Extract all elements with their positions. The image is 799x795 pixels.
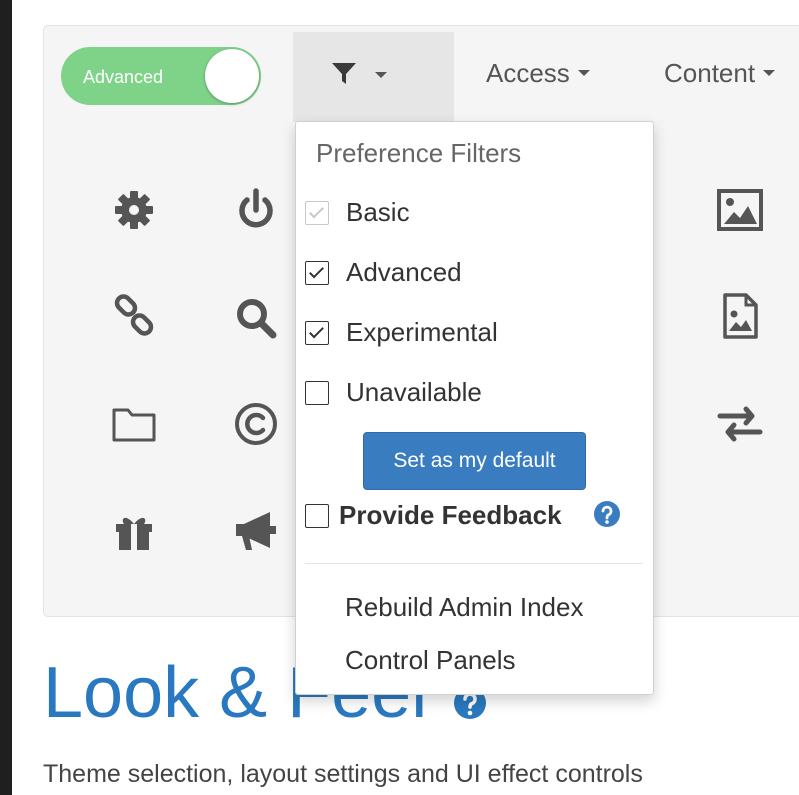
access-menu[interactable]: Access <box>486 58 590 89</box>
chevron-down-icon <box>577 70 590 77</box>
left-edge <box>0 0 12 795</box>
exchange-icon[interactable] <box>716 400 764 448</box>
feedback-label: Provide Feedback <box>339 500 562 530</box>
gift-icon[interactable] <box>110 506 158 554</box>
gear-icon[interactable] <box>110 186 158 234</box>
basic-checkbox <box>305 201 329 225</box>
rebuild-admin-index-link[interactable]: Rebuild Admin Index <box>345 592 583 623</box>
experimental-checkbox[interactable] <box>305 321 329 345</box>
toggle-label: Advanced <box>83 67 164 87</box>
filter-icon <box>331 60 357 86</box>
folder-icon[interactable] <box>110 400 158 448</box>
feedback-checkbox[interactable] <box>305 504 329 528</box>
link-icon[interactable] <box>110 292 158 340</box>
set-default-button[interactable]: Set as my default <box>363 432 586 490</box>
dropdown-header: Preference Filters <box>316 138 522 168</box>
unavailable-checkbox[interactable] <box>305 381 329 405</box>
filter-unavailable-label: Unavailable <box>346 377 482 407</box>
control-panels-link[interactable]: Control Panels <box>345 645 516 676</box>
preference-filters-dropdown: Preference Filters Basic Advanced Experi… <box>295 121 654 695</box>
help-icon[interactable] <box>593 500 621 528</box>
dropdown-divider <box>305 563 643 564</box>
chevron-down-icon <box>763 70 776 77</box>
copyright-icon[interactable] <box>232 400 280 448</box>
power-icon[interactable] <box>232 186 280 234</box>
access-menu-label: Access <box>486 58 570 88</box>
advanced-mode-toggle[interactable]: Advanced <box>61 47 261 105</box>
toggle-knob[interactable] <box>205 49 259 103</box>
image-file-icon[interactable] <box>716 292 764 340</box>
content-menu[interactable]: Content <box>664 58 776 89</box>
chevron-down-icon <box>375 72 387 78</box>
advanced-checkbox[interactable] <box>305 261 329 285</box>
content-menu-label: Content <box>664 58 756 88</box>
image-icon[interactable] <box>716 186 764 234</box>
filter-advanced-label: Advanced <box>346 257 462 287</box>
filter-dropdown-button[interactable] <box>293 32 454 122</box>
filter-basic-label: Basic <box>346 197 410 227</box>
search-icon[interactable] <box>232 294 280 342</box>
filter-experimental-label: Experimental <box>346 317 498 347</box>
megaphone-icon[interactable] <box>232 506 280 554</box>
page-description: Theme selection, layout settings and UI … <box>43 760 643 788</box>
